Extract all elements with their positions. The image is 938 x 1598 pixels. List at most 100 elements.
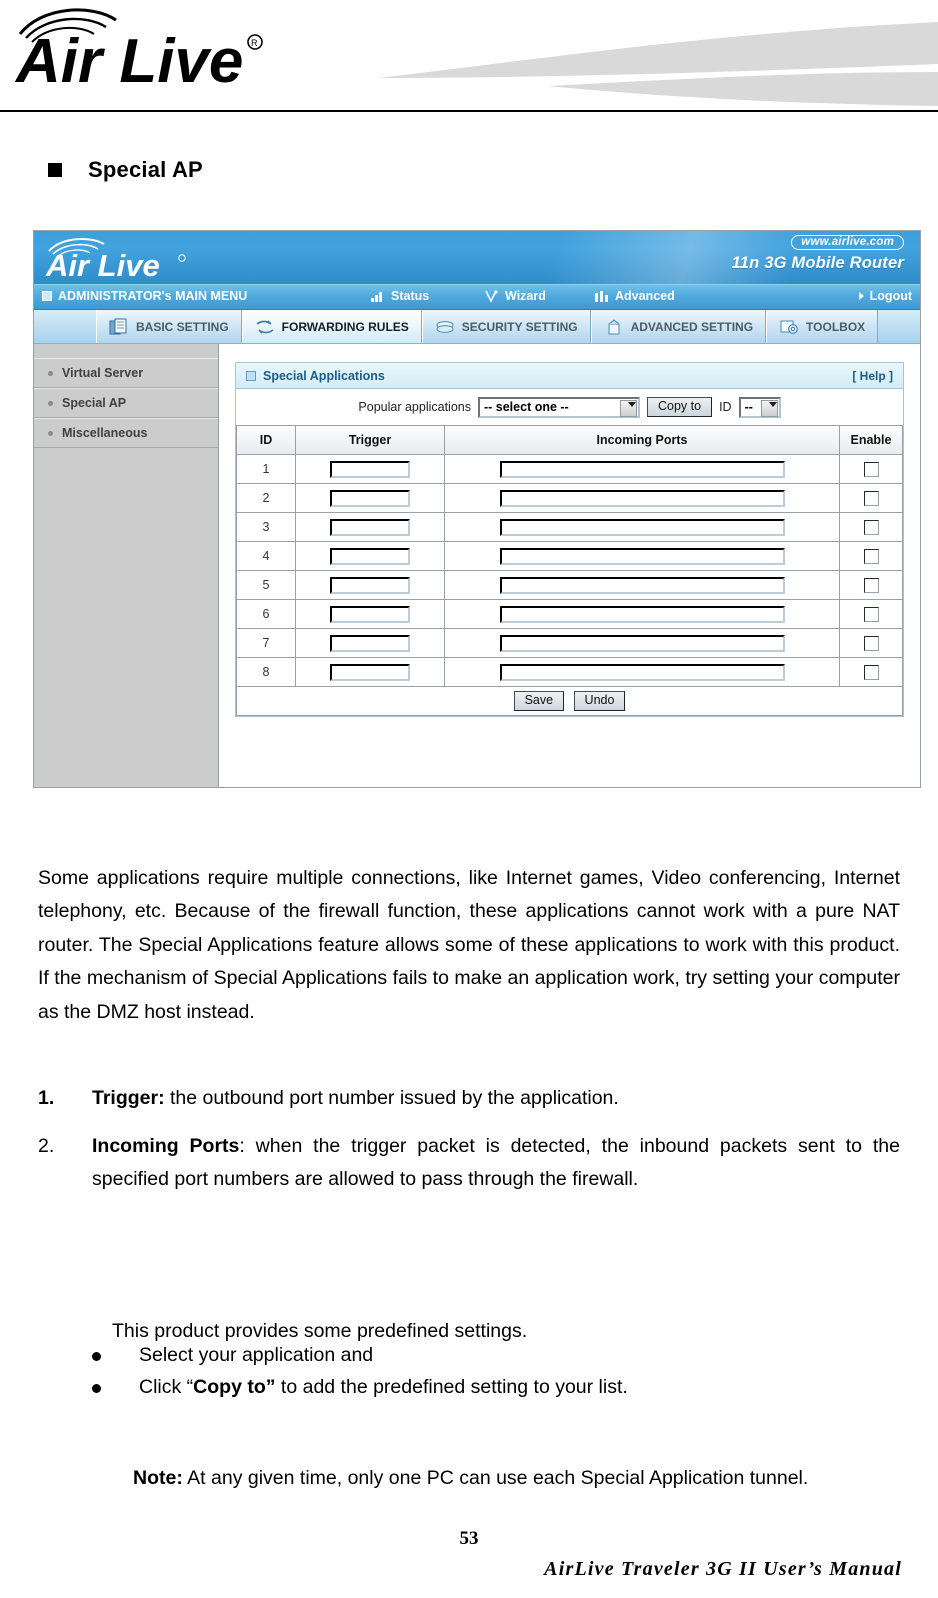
save-button[interactable]: Save bbox=[513, 691, 565, 711]
incoming-ports-input[interactable] bbox=[499, 460, 785, 478]
row-id: 2 bbox=[236, 483, 296, 513]
website-badge[interactable]: www.airlive.com bbox=[791, 235, 904, 250]
row-id: 4 bbox=[236, 541, 296, 571]
enable-checkbox[interactable] bbox=[863, 664, 879, 680]
incoming-ports-input[interactable] bbox=[499, 605, 785, 623]
incoming-ports-input[interactable] bbox=[499, 518, 785, 536]
trigger-input[interactable] bbox=[330, 663, 410, 681]
trigger-input[interactable] bbox=[330, 605, 410, 623]
trigger-input[interactable] bbox=[330, 489, 410, 507]
menu-wizard[interactable]: Wizard bbox=[484, 289, 546, 303]
row-enable-cell bbox=[839, 541, 903, 571]
router-airlive-logo: Air Live bbox=[44, 235, 214, 283]
tab-basic-setting-label: BASIC SETTING bbox=[136, 319, 229, 334]
enable-checkbox[interactable] bbox=[863, 519, 879, 535]
row-enable-cell bbox=[839, 599, 903, 629]
sidebar-item-virtual-server[interactable]: Virtual Server bbox=[34, 358, 218, 388]
column-header-enable: Enable bbox=[839, 426, 903, 455]
undo-button[interactable]: Undo bbox=[573, 691, 626, 711]
id-select[interactable]: -- bbox=[738, 396, 781, 418]
table-body: 1 2 3 4 5 6 7 8 Save Undo bbox=[236, 454, 903, 716]
bullet-item-post: to add the predefined setting to your li… bbox=[275, 1375, 628, 1398]
list-item: 1. Trigger: the outbound port number iss… bbox=[38, 1082, 900, 1116]
row-enable-cell bbox=[839, 512, 903, 542]
row-id: 6 bbox=[236, 599, 296, 629]
router-menu-bar: ADMINISTRATOR's MAIN MENU Status Wizard … bbox=[34, 284, 920, 310]
enable-checkbox[interactable] bbox=[863, 577, 879, 593]
enable-checkbox[interactable] bbox=[863, 461, 879, 477]
help-link[interactable]: [ Help ] bbox=[852, 369, 893, 383]
sidebar-item-miscellaneous[interactable]: Miscellaneous bbox=[34, 418, 218, 448]
row-ports-cell bbox=[444, 570, 840, 600]
router-model-label: 11n 3G Mobile Router bbox=[731, 254, 904, 272]
tab-advanced-setting[interactable]: ADVANCED SETTING bbox=[590, 310, 767, 343]
bullet-list: Select your application and Click “Copy … bbox=[92, 1340, 902, 1403]
bullet-item-pre: Click “ bbox=[139, 1375, 194, 1398]
incoming-ports-input[interactable] bbox=[499, 489, 785, 507]
row-trigger-cell bbox=[295, 570, 445, 600]
footer-manual-title: AirLive Traveler 3G II User’s Manual bbox=[544, 1558, 902, 1580]
menu-advanced[interactable]: Advanced bbox=[594, 289, 675, 303]
list-item-text: Incoming Ports: when the trigger packet … bbox=[92, 1130, 900, 1197]
list-item-number: 2. bbox=[38, 1134, 55, 1157]
copy-to-button[interactable]: Copy to bbox=[646, 397, 713, 417]
incoming-ports-input[interactable] bbox=[499, 663, 785, 681]
id-label: ID bbox=[719, 400, 732, 414]
special-applications-panel: Special Applications [ Help ] Popular ap… bbox=[235, 362, 904, 717]
play-arrow-icon bbox=[858, 292, 864, 300]
router-content-area: Special Applications [ Help ] Popular ap… bbox=[219, 344, 920, 787]
popular-applications-select[interactable]: -- select one -- bbox=[477, 396, 640, 418]
chart-icon bbox=[594, 290, 609, 303]
enable-checkbox[interactable] bbox=[863, 606, 879, 622]
tab-security-setting[interactable]: SECURITY SETTING bbox=[421, 310, 591, 343]
row-ports-cell bbox=[444, 541, 840, 571]
table-row: 4 bbox=[236, 541, 903, 571]
router-ui-screenshot: Air Live www.airlive.com 11n 3G Mobile R… bbox=[33, 230, 921, 788]
tab-basic-setting[interactable]: BASIC SETTING bbox=[96, 310, 242, 343]
special-applications-table: ID Trigger Incoming Ports Enable 1 2 3 4… bbox=[236, 426, 903, 716]
table-actions-row: Save Undo bbox=[236, 686, 903, 716]
sidebar-item-special-ap[interactable]: Special AP bbox=[34, 388, 218, 418]
enable-checkbox[interactable] bbox=[863, 635, 879, 651]
column-header-trigger: Trigger bbox=[295, 426, 445, 455]
menu-status[interactable]: Status bbox=[370, 289, 429, 303]
bullet-dot-icon bbox=[48, 370, 53, 376]
row-ports-cell bbox=[444, 628, 840, 658]
id-select-wrap: -- bbox=[738, 396, 781, 418]
tab-security-setting-label: SECURITY SETTING bbox=[461, 319, 578, 334]
row-ports-cell bbox=[444, 657, 840, 687]
list-item-term: Incoming Ports bbox=[92, 1134, 240, 1157]
trigger-input[interactable] bbox=[330, 547, 410, 565]
trigger-input[interactable] bbox=[330, 518, 410, 536]
note-label: Note: bbox=[133, 1466, 183, 1489]
table-row: 8 bbox=[236, 657, 903, 687]
trigger-input[interactable] bbox=[330, 460, 410, 478]
tab-forwarding-rules[interactable]: FORWARDING RULES bbox=[241, 310, 422, 343]
svg-text:Air Live: Air Live bbox=[14, 27, 243, 90]
enable-checkbox[interactable] bbox=[863, 490, 879, 506]
incoming-ports-input[interactable] bbox=[499, 547, 785, 565]
incoming-ports-input[interactable] bbox=[499, 576, 785, 594]
menu-logout[interactable]: Logout bbox=[858, 289, 912, 303]
trigger-input[interactable] bbox=[330, 634, 410, 652]
trigger-input[interactable] bbox=[330, 576, 410, 594]
column-header-incoming-ports: Incoming Ports bbox=[444, 426, 840, 455]
popular-applications-row: Popular applications -- select one -- Co… bbox=[236, 389, 903, 426]
table-header-row: ID Trigger Incoming Ports Enable bbox=[236, 426, 903, 455]
menu-main-menu[interactable]: ADMINISTRATOR's MAIN MENU bbox=[42, 289, 247, 303]
enable-checkbox[interactable] bbox=[863, 548, 879, 564]
table-actions-cell: Save Undo bbox=[236, 686, 903, 716]
wand-icon bbox=[484, 289, 499, 303]
bullet-dot-icon bbox=[92, 1383, 101, 1393]
signal-bars-icon bbox=[370, 290, 385, 303]
menu-main-menu-label: ADMINISTRATOR's MAIN MENU bbox=[58, 289, 248, 303]
row-trigger-cell bbox=[295, 628, 445, 658]
airlive-logo: Air Live R bbox=[12, 4, 312, 96]
column-header-id: ID bbox=[236, 426, 296, 455]
svg-text:Air Live: Air Live bbox=[45, 248, 160, 279]
header-divider bbox=[0, 110, 938, 112]
tab-toolbox[interactable]: TOOLBOX bbox=[766, 310, 879, 343]
incoming-ports-input[interactable] bbox=[499, 634, 785, 652]
window-icon bbox=[42, 291, 52, 301]
row-trigger-cell bbox=[295, 657, 445, 687]
